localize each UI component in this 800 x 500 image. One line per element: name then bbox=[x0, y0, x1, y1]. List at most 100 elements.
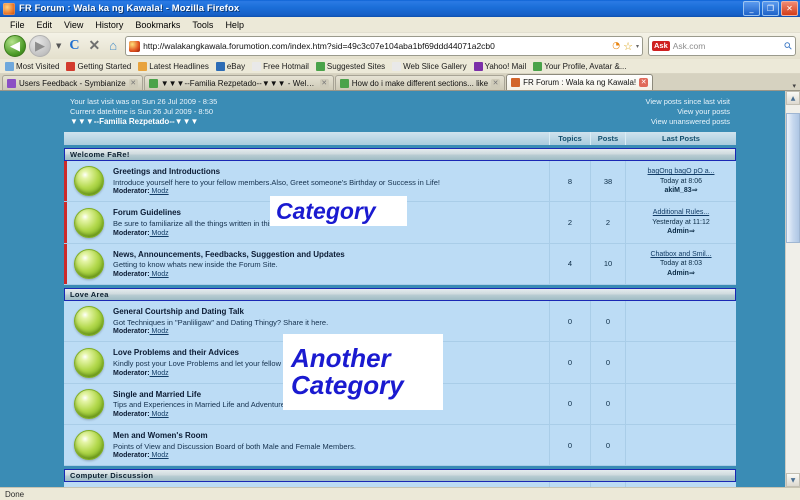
column-header-forum bbox=[64, 132, 550, 146]
menu-item-bookmarks[interactable]: Bookmarks bbox=[129, 20, 186, 30]
browser-tab[interactable]: Users Feedback - Symbianize ✕ bbox=[2, 75, 143, 90]
home-icon[interactable]: ⌂ bbox=[106, 38, 120, 54]
scrollbar-track[interactable] bbox=[786, 105, 800, 473]
address-bar[interactable]: http://walakangkawala.forumotion.com/ind… bbox=[125, 36, 643, 56]
moderator-link[interactable]: Modz bbox=[150, 328, 169, 335]
bookmark-label: Your Profile, Avatar &... bbox=[544, 61, 627, 71]
link-posts-since-last-visit[interactable]: View posts since last visit bbox=[646, 97, 730, 107]
moderator-link[interactable]: Modz bbox=[150, 188, 169, 195]
forum-posts-count: 10 bbox=[590, 243, 625, 285]
menu-item-history[interactable]: History bbox=[89, 20, 129, 30]
tab-close-icon[interactable]: ✕ bbox=[639, 78, 649, 87]
moderator-link[interactable]: Modz bbox=[150, 230, 169, 237]
forum-row[interactable]: Men and Women's Room Points of View and D… bbox=[64, 425, 736, 467]
forum-title[interactable]: Greetings and Introductions bbox=[113, 167, 543, 177]
forum-description: Got Techniques in "Panliligaw" and Datin… bbox=[113, 317, 329, 327]
minimize-button[interactable]: _ bbox=[743, 1, 760, 16]
menu-item-view[interactable]: View bbox=[58, 20, 89, 30]
forum-posts-count: 38 bbox=[590, 161, 625, 202]
moderator-link[interactable]: Modz bbox=[150, 271, 169, 278]
forum-title[interactable]: News, Announcements, Feedbacks, Suggesti… bbox=[113, 250, 543, 260]
bookmark-item[interactable]: Latest Headlines bbox=[136, 61, 213, 71]
last-post-author[interactable]: Admin⇒ bbox=[667, 227, 695, 236]
goto-last-post-icon[interactable]: ⇒ bbox=[692, 186, 698, 194]
search-icon[interactable]: ⚲ bbox=[782, 40, 795, 53]
menu-item-tools[interactable]: Tools bbox=[186, 20, 219, 30]
forum-status-icon bbox=[67, 301, 111, 341]
browser-tab[interactable]: How do i make different sections... like… bbox=[334, 75, 506, 90]
last-post-title[interactable]: Additional Rules... bbox=[653, 208, 709, 217]
bookmark-item[interactable]: Web Slice Gallery bbox=[390, 61, 470, 71]
menu-item-help[interactable]: Help bbox=[219, 20, 250, 30]
goto-last-post-icon[interactable]: ⇒ bbox=[689, 227, 695, 235]
forum-title[interactable]: General Courtship and Dating Talk bbox=[113, 307, 543, 317]
forum-last-post bbox=[625, 301, 736, 342]
last-post-time: Today at 8:03 bbox=[659, 260, 703, 268]
tab-label: FR Forum : Wala ka ng Kawala! bbox=[523, 78, 637, 87]
last-post-author[interactable]: akiM_83⇒ bbox=[664, 186, 697, 195]
window-controls: _ ❐ ✕ bbox=[743, 1, 798, 16]
scrollbar-thumb[interactable] bbox=[786, 113, 800, 243]
last-post-author[interactable]: Admin⇒ bbox=[667, 269, 695, 278]
search-box[interactable]: Ask Ask.com ⚲ bbox=[648, 36, 796, 56]
link-unanswered-posts[interactable]: View unanswered posts bbox=[646, 117, 730, 127]
scroll-up-icon[interactable]: ▲ bbox=[786, 91, 800, 105]
tab-favicon bbox=[148, 78, 158, 88]
bookmark-item[interactable]: Getting Started bbox=[64, 61, 135, 71]
browser-tab[interactable]: FR Forum : Wala ka ng Kawala! ✕ bbox=[506, 74, 654, 90]
annotation-line: Category bbox=[276, 197, 376, 224]
moderator-label: Moderator: bbox=[113, 271, 150, 279]
stop-icon[interactable]: ✕ bbox=[86, 38, 104, 55]
bookmark-label: Free Hotmail bbox=[263, 61, 309, 71]
bookmark-item[interactable]: Most Visited bbox=[3, 61, 63, 71]
page-area: Your last visit was on Sun 26 Jul 2009 -… bbox=[0, 91, 785, 487]
forum-row[interactable]: News, Announcements, Feedbacks, Suggesti… bbox=[64, 243, 736, 286]
chevron-down-icon[interactable]: ▼ bbox=[54, 42, 63, 50]
bookmark-item[interactable]: Suggested Sites bbox=[314, 61, 389, 71]
back-icon[interactable]: ◀ bbox=[4, 35, 26, 57]
search-input[interactable]: Ask.com bbox=[673, 41, 782, 51]
bookmark-icon bbox=[392, 61, 402, 71]
tab-close-icon[interactable]: ✕ bbox=[491, 78, 501, 88]
category-bar[interactable]: Love Area bbox=[64, 288, 736, 302]
forum-page: Your last visit was on Sun 26 Jul 2009 -… bbox=[60, 91, 740, 487]
tab-close-icon[interactable]: ✕ bbox=[128, 78, 138, 88]
goto-last-post-icon[interactable]: ⇒ bbox=[689, 269, 695, 277]
bookmark-item[interactable]: Yahoo! Mail bbox=[472, 61, 531, 71]
moderator-link[interactable]: Modz bbox=[150, 411, 169, 418]
bookmark-item[interactable]: Free Hotmail bbox=[250, 61, 313, 71]
tab-list-chevron-icon[interactable]: ▾ bbox=[788, 82, 800, 90]
forward-icon[interactable]: ▶ bbox=[29, 35, 51, 57]
last-post-title[interactable]: bagOng bagO pO a... bbox=[648, 167, 715, 176]
forum-moderator: Moderator: Modz bbox=[113, 271, 543, 278]
bookmark-item[interactable]: Your Profile, Avatar &... bbox=[531, 61, 630, 71]
forum-row[interactable]: Hardware ConsultationsGet the Latest Tip… bbox=[64, 482, 736, 487]
forum-title[interactable]: Men and Women's Room bbox=[113, 431, 543, 441]
forum-moderator: Moderator: Modz bbox=[113, 230, 543, 237]
page-scrollbar[interactable]: ▲ ▼ bbox=[785, 91, 800, 487]
green-orb-icon bbox=[74, 166, 104, 197]
browser-tab[interactable]: ▼▼▼--Familia Rezpetado--▼▼▼ - Welco... ✕ bbox=[143, 75, 334, 90]
category-bar[interactable]: Welcome FaRe! bbox=[64, 148, 736, 162]
close-button[interactable]: ✕ bbox=[781, 1, 798, 16]
tab-label: Users Feedback - Symbianize bbox=[19, 78, 126, 88]
moderator-link[interactable]: Modz bbox=[150, 370, 169, 377]
scroll-down-icon[interactable]: ▼ bbox=[786, 473, 800, 487]
reload-icon[interactable]: C bbox=[66, 38, 82, 54]
link-your-posts[interactable]: View your posts bbox=[646, 107, 730, 117]
rss-icon[interactable]: ◔ bbox=[612, 41, 620, 51]
menu-item-edit[interactable]: Edit bbox=[31, 20, 59, 30]
maximize-button[interactable]: ❐ bbox=[762, 1, 779, 16]
last-post-title[interactable]: Chatbox and Smil... bbox=[650, 250, 711, 259]
menu-item-file[interactable]: File bbox=[4, 20, 31, 30]
bookmark-item[interactable]: eBay bbox=[214, 61, 249, 71]
green-orb-icon bbox=[74, 248, 104, 279]
forum-last-post bbox=[625, 482, 736, 487]
category-bar[interactable]: Computer Discussion bbox=[64, 469, 736, 483]
moderator-link[interactable]: Modz bbox=[150, 452, 169, 459]
tab-close-icon[interactable]: ✕ bbox=[319, 78, 329, 88]
chevron-down-icon[interactable]: ▾ bbox=[636, 43, 639, 50]
forum-status-icon bbox=[67, 482, 111, 487]
search-engine-badge[interactable]: Ask bbox=[652, 41, 670, 51]
bookmark-star-icon[interactable]: ☆ bbox=[623, 41, 633, 52]
